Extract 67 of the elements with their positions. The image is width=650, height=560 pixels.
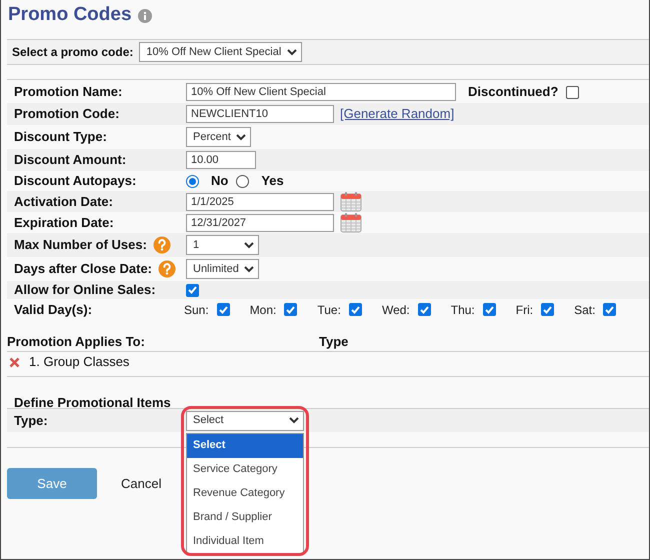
radio-label: Yes <box>261 172 284 190</box>
field-label: Activation Date: <box>14 192 113 211</box>
field-label: Valid Day(s): <box>14 300 92 319</box>
field-label: Discontinued? <box>468 83 558 102</box>
generate-random-link[interactable]: [Generate Random] <box>340 104 454 124</box>
column-heading: Type <box>319 332 348 351</box>
checkbox[interactable] <box>186 284 199 296</box>
text-input[interactable]: 10% Off New Client Special <box>186 83 456 101</box>
chevron-down-icon <box>287 48 298 56</box>
day-label: Tue: <box>317 302 341 318</box>
field-label: Promotion Code: <box>14 105 120 124</box>
calendar-icon[interactable] <box>340 191 362 212</box>
text-input[interactable]: 1/1/2025 <box>186 192 334 210</box>
checkbox[interactable] <box>603 303 616 316</box>
radio-button[interactable] <box>236 174 250 188</box>
applies-item: 1. Group Classes <box>29 353 130 372</box>
radio-button[interactable] <box>186 174 199 188</box>
info-icon[interactable] <box>138 8 152 22</box>
checkbox[interactable] <box>482 303 496 316</box>
dropdown-option[interactable]: Revenue Category <box>187 482 303 506</box>
dropdown-select[interactable]: Unlimited <box>186 259 259 279</box>
section-heading: Promotion Applies To: <box>7 332 146 351</box>
day-label: Sat: <box>574 302 596 318</box>
dropdown-option[interactable]: Individual Item <box>187 530 303 554</box>
cancel-button[interactable]: Cancel <box>121 474 162 494</box>
text-input[interactable]: 10.00 <box>186 151 256 169</box>
dropdown-option[interactable]: Service Category <box>187 458 303 482</box>
help-icon[interactable] <box>158 260 176 278</box>
type-select[interactable]: Select <box>186 410 304 430</box>
field-label: Discount Autopays: <box>14 172 136 190</box>
remove-icon[interactable] <box>9 356 20 368</box>
dropdown-select[interactable]: 1 <box>186 235 259 255</box>
field-label: Expiration Date: <box>14 214 114 232</box>
calendar-icon[interactable] <box>340 212 362 233</box>
checkbox[interactable] <box>566 86 580 98</box>
field-label: Max Number of Uses: <box>14 236 147 254</box>
dropdown-option[interactable]: Brand / Supplier <box>187 506 303 530</box>
help-icon[interactable] <box>152 236 171 254</box>
checkbox[interactable] <box>216 303 230 316</box>
chevron-down-icon <box>236 134 246 140</box>
text-input[interactable]: NEWCLIENT10 <box>186 105 334 123</box>
checkbox[interactable] <box>541 303 554 316</box>
radio-label: No <box>211 172 228 190</box>
text-input[interactable]: 12/31/2027 <box>186 214 334 232</box>
dropdown-option[interactable]: Select <box>187 434 303 458</box>
field-label: Type: <box>13 412 49 430</box>
checkbox[interactable] <box>418 303 431 316</box>
day-label: Fri: <box>516 302 534 318</box>
day-label: Mon: <box>250 302 276 318</box>
field-label: Promotion Name: <box>14 83 122 102</box>
checkbox[interactable] <box>284 303 298 316</box>
field-label: Discount Amount: <box>14 151 126 170</box>
field-label: Discount Type: <box>14 128 107 146</box>
dropdown-select[interactable]: Percent <box>186 127 251 147</box>
day-label: Wed: <box>382 302 410 318</box>
chevron-down-icon <box>289 417 299 424</box>
field-label: Select a promo code: <box>12 44 134 61</box>
chevron-down-icon <box>244 242 254 248</box>
section-heading: Define Promotional Items <box>14 395 171 410</box>
day-label: Sun: <box>184 302 209 318</box>
day-label: Thu: <box>450 302 475 318</box>
chevron-down-icon <box>244 266 254 272</box>
page-title: Promo Codes <box>8 3 132 28</box>
promo-code-select[interactable]: 10% Off New Client Special <box>139 42 302 62</box>
field-label: Allow for Online Sales: <box>14 281 156 300</box>
checkbox[interactable] <box>348 303 362 316</box>
field-label: Days after Close Date: <box>14 260 152 278</box>
